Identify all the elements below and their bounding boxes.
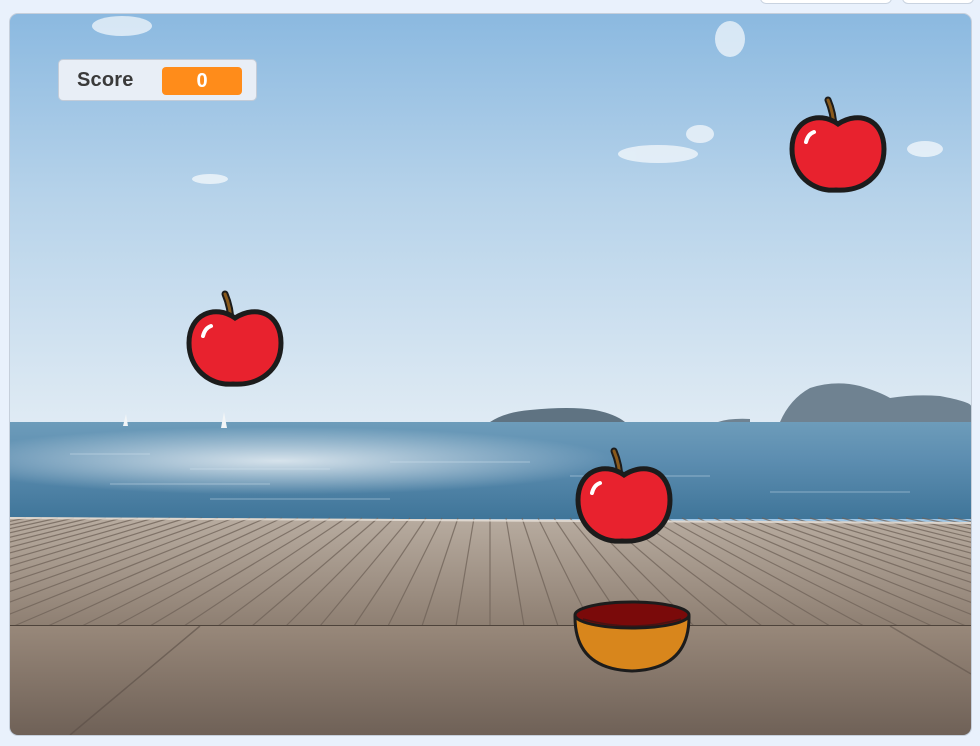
apple-sprite[interactable] xyxy=(574,445,674,549)
top-control-tab[interactable] xyxy=(760,0,892,4)
score-label: Score xyxy=(77,68,134,91)
apple-sprite[interactable] xyxy=(788,94,888,198)
score-value: 0 xyxy=(162,67,242,95)
top-control-tab-2[interactable] xyxy=(902,0,974,4)
score-monitor[interactable]: Score 0 xyxy=(58,59,257,101)
apple-sprite[interactable] xyxy=(185,288,285,392)
bowl-sprite[interactable] xyxy=(571,599,693,675)
game-stage[interactable]: Score 0 xyxy=(9,13,972,736)
